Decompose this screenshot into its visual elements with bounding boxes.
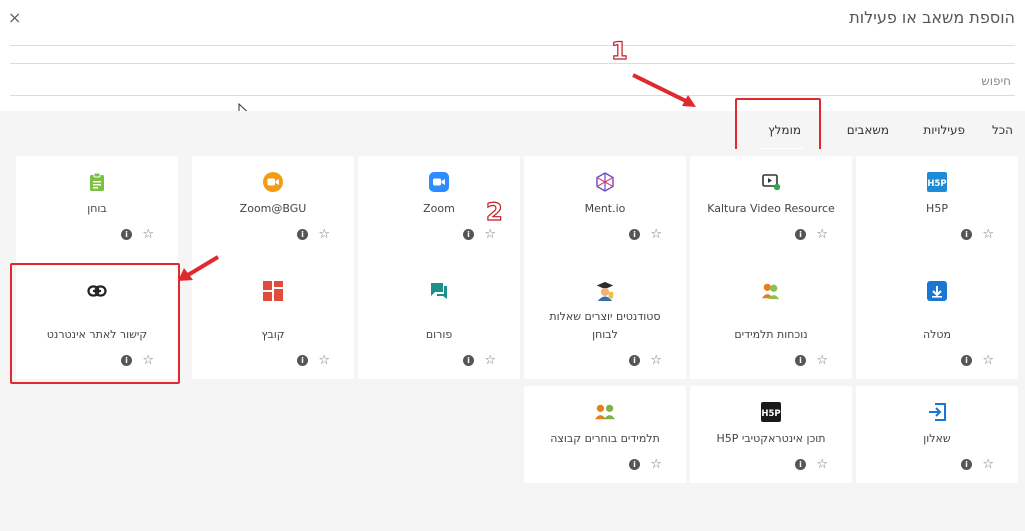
- activity-card-label: H5P: [926, 202, 948, 215]
- mentio-icon: [595, 172, 615, 192]
- annotation-box-link-card: [10, 263, 180, 384]
- info-icon[interactable]: i: [463, 355, 474, 366]
- info-icon[interactable]: i: [961, 355, 972, 366]
- activity-card-label: קובץ: [261, 328, 285, 341]
- activity-card[interactable]: תלמידים בוחרים קבוצה i ☆: [524, 386, 686, 483]
- activity-card[interactable]: Ment.io i ☆: [524, 156, 686, 271]
- info-icon[interactable]: i: [297, 355, 308, 366]
- h5p-icon: H5P: [927, 172, 947, 192]
- zoom-icon: [429, 172, 449, 192]
- info-icon[interactable]: i: [961, 459, 972, 470]
- info-icon[interactable]: i: [795, 459, 806, 470]
- activity-card-label: שאלון: [923, 432, 951, 445]
- star-icon[interactable]: ☆: [982, 227, 994, 242]
- h5p-interactive-icon: H5P: [761, 402, 781, 422]
- activity-card-label: סטודנטים יוצרים שאלות לבוחן: [549, 310, 661, 341]
- star-icon[interactable]: ☆: [318, 353, 330, 368]
- tab-bar: הכל פעילויות משאבים מומלץ: [0, 111, 1025, 150]
- activity-card[interactable]: Kaltura Video Resource i ☆: [690, 156, 852, 271]
- info-icon[interactable]: i: [121, 229, 132, 240]
- star-icon[interactable]: ☆: [816, 353, 828, 368]
- svg-text:H5P: H5P: [761, 409, 780, 419]
- search-bottom-border: [10, 95, 1015, 96]
- search-top-border: [10, 63, 1015, 64]
- star-icon[interactable]: ☆: [650, 353, 662, 368]
- info-icon[interactable]: i: [463, 229, 474, 240]
- star-icon[interactable]: ☆: [484, 227, 496, 242]
- activity-card-label: מטלה: [922, 328, 952, 341]
- file-icon: [263, 281, 283, 301]
- activity-card-label: Kaltura Video Resource: [707, 202, 835, 215]
- activity-card-label: בוחן: [87, 202, 107, 215]
- annotation-number-2: 2: [485, 197, 503, 226]
- info-icon[interactable]: i: [795, 355, 806, 366]
- activity-card[interactable]: H5P H5P i ☆: [856, 156, 1018, 271]
- activity-card-label: Zoom@BGU: [239, 202, 307, 215]
- info-icon[interactable]: i: [297, 229, 308, 240]
- attendance-icon: [761, 281, 781, 301]
- forum-icon: [429, 281, 449, 301]
- activity-card[interactable]: סטודנטים יוצרים שאלות לבוחן i ☆: [524, 261, 686, 379]
- annotation-number-1: 1: [610, 36, 628, 65]
- star-icon[interactable]: ☆: [982, 457, 994, 472]
- group-choice-icon: [595, 402, 615, 422]
- tab-activities[interactable]: פעילויות: [923, 123, 965, 137]
- student-quiz-icon: [595, 281, 615, 301]
- tab-resources[interactable]: משאבים: [847, 123, 889, 137]
- assignment-icon: [927, 281, 947, 301]
- tab-all[interactable]: הכל: [992, 123, 1013, 137]
- activity-card[interactable]: נוכחות תלמידים i ☆: [690, 261, 852, 379]
- annotation-box-tab: [735, 98, 821, 154]
- info-icon[interactable]: i: [629, 229, 640, 240]
- svg-text:H5P: H5P: [927, 179, 946, 189]
- info-icon[interactable]: i: [629, 459, 640, 470]
- activity-card-label: תלמידים בוחרים קבוצה: [550, 432, 660, 445]
- activity-card[interactable]: מטלה i ☆: [856, 261, 1018, 379]
- kaltura-video-icon: [761, 172, 781, 192]
- star-icon[interactable]: ☆: [142, 227, 154, 242]
- info-icon[interactable]: i: [629, 355, 640, 366]
- zoom-bgu-icon: [263, 172, 283, 192]
- quiz-icon: [87, 172, 107, 192]
- star-icon[interactable]: ☆: [650, 227, 662, 242]
- star-icon[interactable]: ☆: [650, 457, 662, 472]
- activity-card[interactable]: H5P תוכן אינטראקטיבי H5P i ☆: [690, 386, 852, 483]
- close-icon[interactable]: ×: [8, 8, 21, 27]
- activity-card[interactable]: פורום i ☆: [358, 261, 520, 379]
- dialog-title: הוספת משאב או פעילות: [849, 8, 1015, 27]
- info-icon[interactable]: i: [961, 229, 972, 240]
- star-icon[interactable]: ☆: [816, 457, 828, 472]
- activity-card-label: Ment.io: [584, 202, 626, 215]
- activity-card[interactable]: שאלון i ☆: [856, 386, 1018, 483]
- star-icon[interactable]: ☆: [982, 353, 994, 368]
- star-icon[interactable]: ☆: [816, 227, 828, 242]
- info-icon[interactable]: i: [795, 229, 806, 240]
- annotation-arrow-2: [178, 255, 220, 281]
- activity-card-label: פורום: [425, 328, 453, 341]
- activity-card-label: תוכן אינטראקטיבי H5P: [716, 432, 826, 445]
- annotation-arrow-1: [632, 73, 696, 107]
- star-icon[interactable]: ☆: [318, 227, 330, 242]
- star-icon[interactable]: ☆: [484, 353, 496, 368]
- divider: [10, 45, 1015, 46]
- activity-card-label: נוכחות תלמידים: [734, 328, 808, 341]
- search-input[interactable]: חיפוש: [981, 74, 1011, 88]
- activity-card[interactable]: בוחן i ☆: [16, 156, 178, 271]
- questionnaire-icon: [927, 402, 947, 422]
